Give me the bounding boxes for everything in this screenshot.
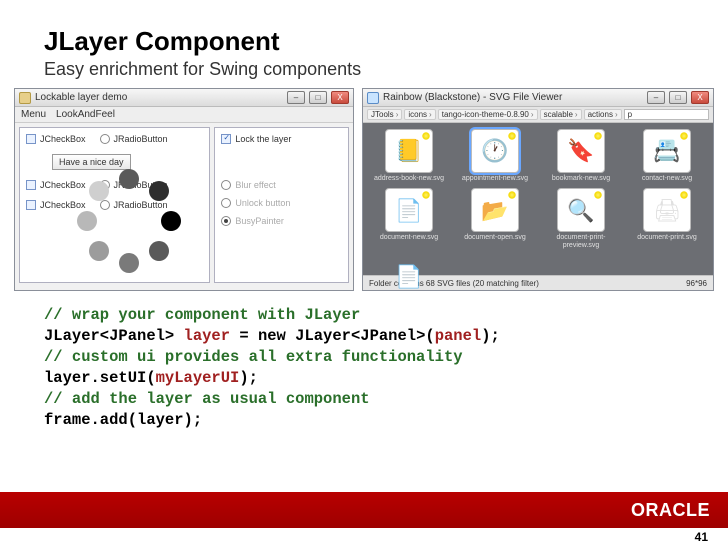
minimize-button[interactable]: –: [287, 91, 305, 104]
busy-spinner: [79, 171, 189, 281]
file-label: appointment-new.svg: [455, 175, 535, 182]
checkbox-row: JCheckBox JRadioButton: [26, 134, 168, 144]
slide-title: JLayer Component: [44, 26, 684, 57]
file-icon: 📂: [471, 188, 519, 232]
file-icon: 📇: [643, 129, 691, 173]
window-title: Lockable layer demo: [35, 92, 283, 103]
checkbox-icon[interactable]: [26, 200, 36, 210]
file-icon: 🕐: [471, 129, 519, 173]
app-icon: [367, 92, 379, 104]
code-block: // wrap your component with JLayer JLaye…: [44, 305, 684, 431]
blur-label: Blur effect: [235, 180, 275, 190]
crumb[interactable]: actions: [584, 109, 622, 120]
new-badge-icon: [594, 132, 602, 140]
breadcrumb: JTools icons tango-icon-theme-0.8.90 sca…: [363, 107, 713, 123]
checkbox-icon[interactable]: [26, 180, 36, 190]
maximize-button[interactable]: □: [669, 91, 687, 104]
blur-radio[interactable]: [221, 180, 231, 190]
spinner-dot: [77, 211, 97, 231]
file-icon-cell[interactable]: 🕐 appointment-new.svg: [455, 129, 535, 182]
file-icon: 🔍: [557, 188, 605, 232]
file-icon-cell[interactable]: 📇 contact-new.svg: [627, 129, 707, 182]
lock-label: Lock the layer: [235, 134, 291, 144]
unlock-label: Unlock button: [235, 198, 290, 208]
titlebar: Rainbow (Blackstone) - SVG File Viewer –…: [363, 89, 713, 107]
spinner-dot: [119, 169, 139, 189]
file-label: bookmark-new.svg: [541, 175, 621, 182]
comment: // add the layer as usual component: [44, 390, 370, 408]
file-label: document-print.svg: [627, 234, 707, 241]
comment: // custom ui provides all extra function…: [44, 348, 463, 366]
new-badge-icon: [422, 191, 430, 199]
new-badge-icon: [680, 191, 688, 199]
comment: // wrap your component with JLayer: [44, 306, 360, 324]
page-number: 41: [695, 530, 708, 544]
spinner-dot: [119, 253, 139, 273]
spinner-dot: [89, 181, 109, 201]
unlock-radio[interactable]: [221, 198, 231, 208]
busy-label: BusyPainter: [235, 216, 284, 226]
new-badge-icon: [422, 132, 430, 140]
file-icon-cell[interactable]: 📒 address-book-new.svg: [369, 129, 449, 182]
footer-bar: ORACLE: [0, 492, 728, 528]
file-icon-cell[interactable]: 📄 document-new.svg: [369, 188, 449, 249]
spinner-dot: [161, 211, 181, 231]
oracle-logo: ORACLE: [631, 500, 710, 521]
java-icon: [19, 92, 31, 104]
file-icon-cell[interactable]: 🔍 document-print-preview.svg: [541, 188, 621, 249]
radio-icon[interactable]: [100, 134, 110, 144]
file-icon-cell[interactable]: 📂 document-open.svg: [455, 188, 535, 249]
spinner-dot: [89, 241, 109, 261]
file-icon: 🖨: [643, 188, 691, 232]
menu-item[interactable]: LookAndFeel: [56, 109, 115, 120]
file-icon-cell[interactable]: 🖨 document-print.svg: [627, 188, 707, 249]
right-window: Rainbow (Blackstone) - SVG File Viewer –…: [362, 88, 714, 291]
file-label: address-book-new.svg: [369, 175, 449, 182]
minimize-button[interactable]: –: [647, 91, 665, 104]
menu-item[interactable]: Menu: [21, 109, 46, 120]
checkbox-label: JCheckBox: [40, 134, 86, 144]
crumb[interactable]: icons: [404, 109, 435, 120]
filter-input[interactable]: p: [624, 109, 709, 120]
file-icon-cell[interactable]: 🔖 bookmark-new.svg: [541, 129, 621, 182]
checkbox-icon[interactable]: [26, 134, 36, 144]
file-icon: 📄: [385, 255, 433, 299]
radio-label: JRadioButton: [114, 134, 168, 144]
nice-day-button[interactable]: Have a nice day: [52, 154, 131, 170]
file-label: document-print-preview.svg: [541, 234, 621, 249]
new-badge-icon: [594, 191, 602, 199]
spinner-dot: [149, 241, 169, 261]
icon-grid[interactable]: 📒 address-book-new.svg 🕐 appointment-new.sv…: [363, 123, 713, 275]
close-button[interactable]: X: [331, 91, 349, 104]
slide-subtitle: Easy enrichment for Swing components: [44, 59, 684, 80]
file-label: document-new.svg: [369, 234, 449, 241]
file-label: document-open.svg: [455, 234, 535, 241]
new-badge-icon: [680, 132, 688, 140]
busy-radio[interactable]: [221, 216, 231, 226]
spinner-dot: [149, 181, 169, 201]
window-title: Rainbow (Blackstone) - SVG File Viewer: [383, 92, 643, 103]
menubar: Menu LookAndFeel: [15, 107, 353, 123]
file-icon: 🔖: [557, 129, 605, 173]
crumb[interactable]: scalable: [540, 109, 582, 120]
titlebar: Lockable layer demo – □ X: [15, 89, 353, 107]
new-badge-icon: [508, 191, 516, 199]
file-icon: 📒: [385, 129, 433, 173]
lock-checkbox[interactable]: [221, 134, 231, 144]
left-window: Lockable layer demo – □ X Menu LookAndFe…: [14, 88, 354, 291]
crumb[interactable]: JTools: [367, 109, 402, 120]
new-badge-icon: [508, 132, 516, 140]
file-label: contact-new.svg: [627, 175, 707, 182]
icon-size: 96*96: [686, 279, 707, 288]
maximize-button[interactable]: □: [309, 91, 327, 104]
close-button[interactable]: X: [691, 91, 709, 104]
file-icon: 📄: [385, 188, 433, 232]
crumb[interactable]: tango-icon-theme-0.8.90: [438, 109, 538, 120]
options-panel: Lock the layer Blur effect Unlock button…: [214, 127, 349, 283]
